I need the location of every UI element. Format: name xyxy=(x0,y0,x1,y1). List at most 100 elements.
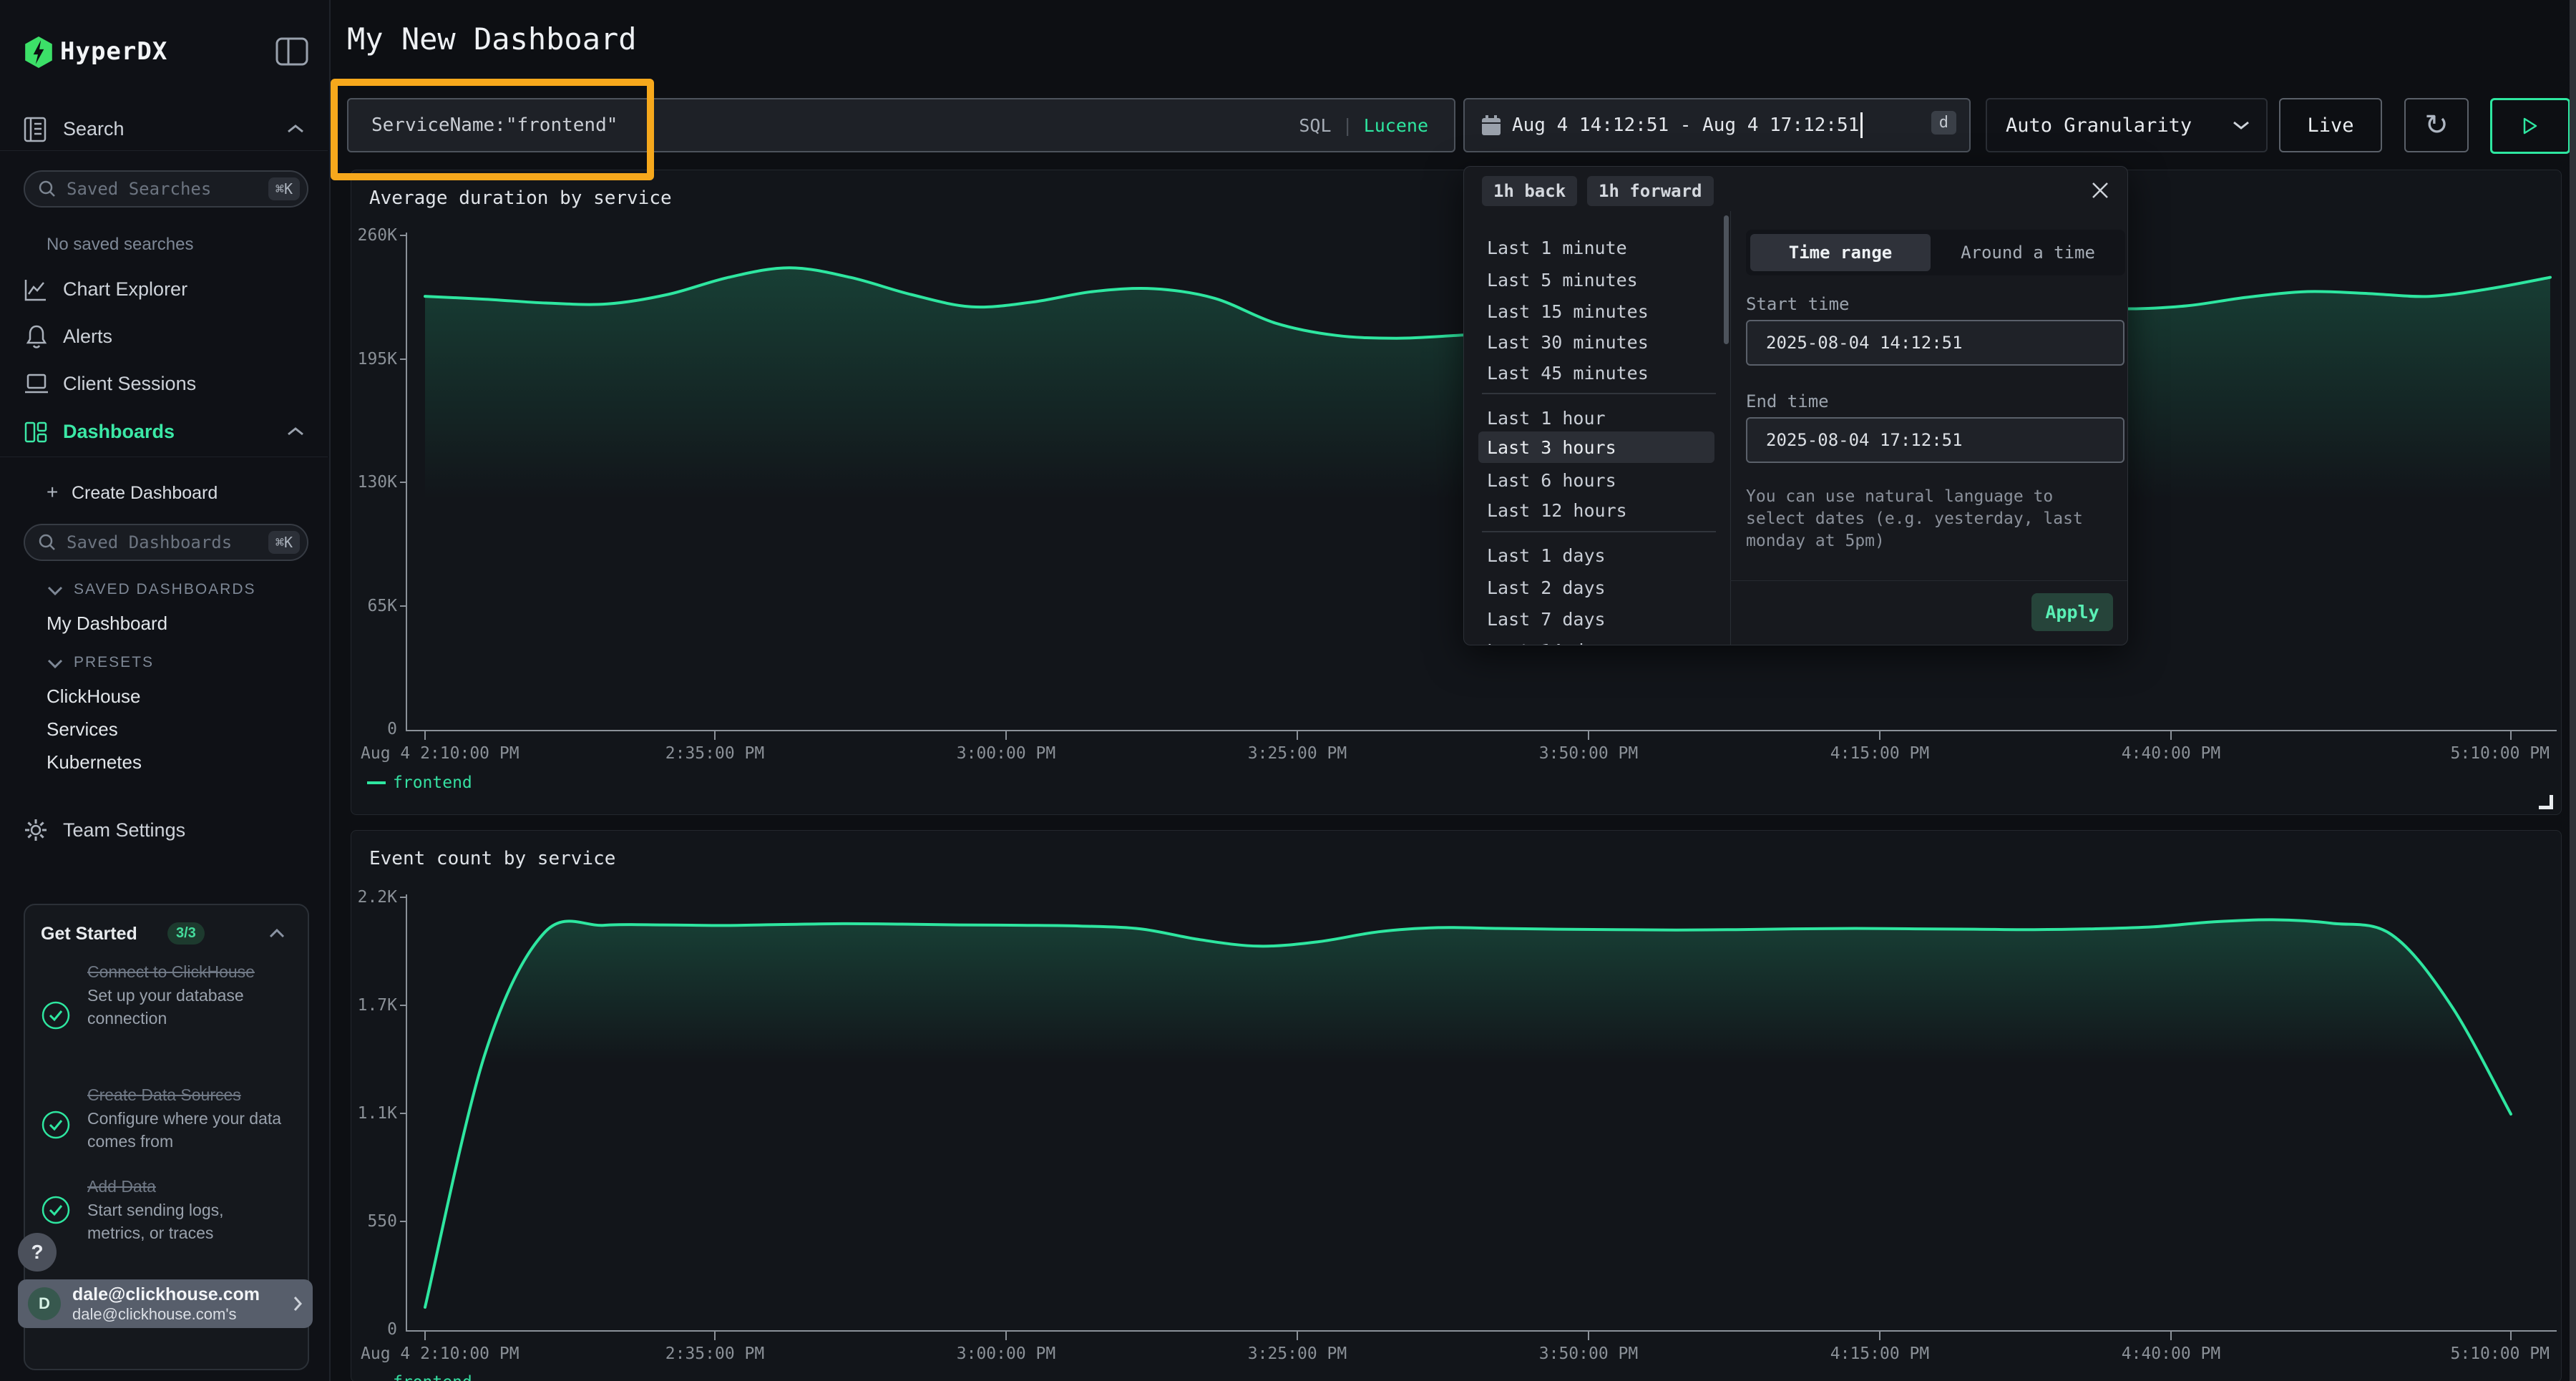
get-started-badge: 3/3 xyxy=(167,922,205,945)
y-tick-label: 65K xyxy=(351,597,397,615)
lucene-toggle: Lucene xyxy=(1364,115,1428,136)
help-label: ? xyxy=(31,1241,43,1264)
preset-option[interactable]: Last 1 days xyxy=(1487,540,1606,571)
preset-option[interactable]: Last 12 hours xyxy=(1487,494,1627,526)
play-icon xyxy=(2522,117,2539,135)
preset-option[interactable]: Last 14 days xyxy=(1487,635,1616,645)
plus-icon: + xyxy=(47,481,58,504)
sidebar-item-kubernetes[interactable]: Kubernetes xyxy=(47,751,142,774)
app-logo-text: HyperDX xyxy=(60,37,167,66)
time-range-input[interactable]: Aug 4 14:12:51 - Aug 4 17:12:51 d xyxy=(1463,98,1971,152)
section-presets[interactable]: PRESETS xyxy=(0,651,329,683)
collapse-sidebar-icon[interactable] xyxy=(275,37,308,66)
chart-legend[interactable]: frontend xyxy=(367,1373,472,1381)
panel-resize-handle[interactable] xyxy=(2539,795,2553,809)
preset-option[interactable]: Last 45 minutes xyxy=(1487,357,1649,389)
popup-scrollbar[interactable] xyxy=(1724,215,1729,344)
preset-option[interactable]: Last 30 minutes xyxy=(1487,326,1649,358)
create-dashboard-label: Create Dashboard xyxy=(72,483,218,504)
window-scrollbar[interactable] xyxy=(2570,0,2576,1381)
preset-option[interactable]: Last 2 days xyxy=(1487,572,1606,603)
chevron-down-icon xyxy=(47,658,64,669)
chart-legend[interactable]: frontend xyxy=(367,774,472,792)
start-time-input[interactable]: 2025-08-04 14:12:51 xyxy=(1746,320,2124,366)
sidebar-item-team-settings[interactable]: Team Settings xyxy=(0,816,329,847)
section-label: PRESETS xyxy=(74,654,154,671)
get-started-item[interactable]: Create Data Sources Configure where your… xyxy=(87,1083,288,1153)
annotation-highlight-box xyxy=(331,79,654,180)
time-mode-tabs: Time range Around a time xyxy=(1746,230,2125,275)
x-tick-label: 4:40:00 PM xyxy=(2122,1345,2220,1363)
preset-option[interactable]: Last 1 hour xyxy=(1487,402,1606,434)
end-time-input[interactable]: 2025-08-04 17:12:51 xyxy=(1746,417,2124,463)
preset-option[interactable]: Last 6 hours xyxy=(1487,464,1616,496)
x-tick-label: 3:50:00 PM xyxy=(1539,744,1638,763)
x-tick-label: Aug 4 2:10:00 PM xyxy=(361,1345,519,1363)
y-tick-label: 0 xyxy=(351,720,397,738)
saved-searches-input[interactable]: Saved Searches ⌘K xyxy=(24,170,308,208)
x-tick-label: Aug 4 2:10:00 PM xyxy=(361,744,519,763)
language-toggle[interactable]: SQL | Lucene xyxy=(1299,115,1428,136)
saved-searches-placeholder: Saved Searches xyxy=(67,179,268,199)
run-query-button[interactable] xyxy=(2490,98,2570,154)
get-started-item[interactable]: Connect to ClickHouse Set up your databa… xyxy=(87,960,273,1030)
preset-option[interactable]: Last 5 minutes xyxy=(1487,264,1638,296)
app-window: HyperDX Search Sav xyxy=(0,0,2576,1381)
page-title: My New Dashboard xyxy=(347,21,637,57)
duration-shortcut-badge: d xyxy=(1931,111,1956,135)
gear-icon xyxy=(24,818,48,842)
calendar-icon xyxy=(1480,114,1502,137)
preset-option[interactable]: Last 15 minutes xyxy=(1487,296,1649,327)
sidebar-item-services[interactable]: Services xyxy=(47,718,118,741)
sidebar-item-clickhouse[interactable]: ClickHouse xyxy=(47,685,141,708)
preset-option[interactable]: Last 7 days xyxy=(1487,603,1606,635)
user-email: dale@clickhouse.com xyxy=(72,1284,293,1305)
check-circle-icon xyxy=(41,1195,71,1225)
shortcut-badge: ⌘K xyxy=(268,531,300,554)
sidebar: HyperDX Search Sav xyxy=(0,0,331,1381)
tab-time-range[interactable]: Time range xyxy=(1750,234,1931,271)
shortcut-badge: ⌘K xyxy=(268,177,300,200)
tab-around-a-time[interactable]: Around a time xyxy=(1935,234,2121,271)
y-tick-label: 195K xyxy=(351,350,397,369)
get-started-item[interactable]: Add Data Start sending logs, metrics, or… xyxy=(87,1175,280,1244)
no-saved-searches-text: No saved searches xyxy=(47,235,193,255)
sidebar-item-search[interactable]: Search xyxy=(0,114,329,146)
saved-dashboards-input[interactable]: Saved Dashboards ⌘K xyxy=(24,524,308,561)
sidebar-item-my-dashboard[interactable]: My Dashboard xyxy=(47,613,167,635)
step-title: Create Data Sources xyxy=(87,1083,288,1107)
sidebar-item-client-sessions[interactable]: Client Sessions xyxy=(0,369,329,401)
chart-panel-event-count: Event count by service 2.2K 1.7K 1. xyxy=(351,830,2562,1381)
shift-forward-button[interactable]: 1h forward xyxy=(1587,176,1714,206)
apply-button[interactable]: Apply xyxy=(2031,593,2113,631)
chevron-up-icon[interactable] xyxy=(268,928,286,939)
preset-option-selected[interactable]: Last 3 hours xyxy=(1478,431,1714,463)
sidebar-item-chart-explorer[interactable]: Chart Explorer xyxy=(0,275,329,306)
granularity-select[interactable]: Auto Granularity xyxy=(1986,98,2268,152)
time-picker-popup: 1h back 1h forward Last 1 minute Last 5 … xyxy=(1463,166,2128,645)
search-icon xyxy=(38,533,57,552)
shift-back-button[interactable]: 1h back xyxy=(1482,176,1577,206)
preset-option[interactable]: Last 1 minute xyxy=(1487,232,1627,263)
close-icon[interactable] xyxy=(2091,181,2109,200)
user-account-button[interactable]: D dale@clickhouse.com dale@clickhouse.co… xyxy=(18,1279,313,1328)
refresh-button[interactable]: ↻ xyxy=(2404,98,2469,152)
x-tick-label: 3:50:00 PM xyxy=(1539,1345,1638,1363)
y-tick-label: 1.1K xyxy=(351,1104,397,1123)
text-caret xyxy=(1860,112,1863,138)
create-dashboard-button[interactable]: + Create Dashboard xyxy=(0,478,329,509)
divider xyxy=(1482,393,1716,394)
help-button[interactable]: ? xyxy=(18,1233,57,1272)
avatar: D xyxy=(28,1287,61,1320)
live-button[interactable]: Live xyxy=(2279,98,2382,152)
x-tick-label: 3:25:00 PM xyxy=(1248,1345,1347,1363)
section-saved-dashboards[interactable]: SAVED DASHBOARDS xyxy=(0,578,329,610)
natural-language-hint: You can use natural language to select d… xyxy=(1746,486,2122,552)
sidebar-item-alerts[interactable]: Alerts xyxy=(0,322,329,353)
y-tick-label: 0 xyxy=(351,1320,397,1339)
sidebar-item-label: Team Settings xyxy=(63,819,185,841)
divider xyxy=(1482,531,1716,532)
step-desc: Start sending logs, metrics, or traces xyxy=(87,1199,280,1244)
sidebar-item-dashboards[interactable]: Dashboards xyxy=(0,417,329,449)
search-icon xyxy=(38,180,57,198)
